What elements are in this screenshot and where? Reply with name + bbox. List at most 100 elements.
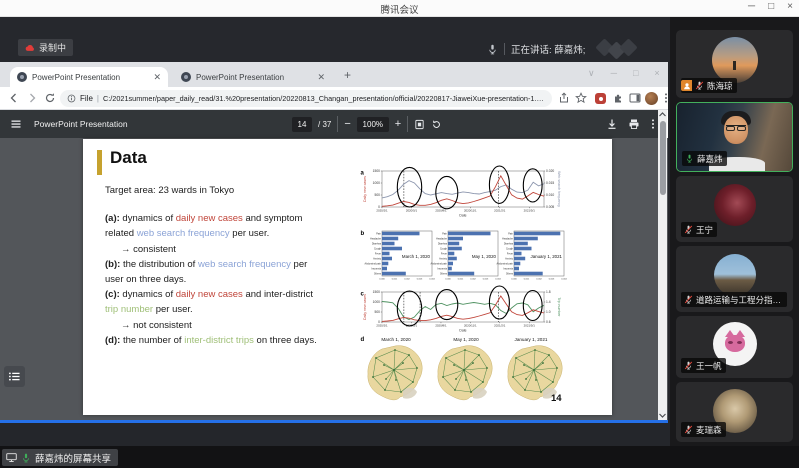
svg-text:Others: Others — [440, 272, 448, 275]
svg-text:d: d — [361, 337, 365, 343]
svg-text:2020/5/1: 2020/5/1 — [406, 209, 418, 213]
cat-avatar-graphic — [725, 335, 745, 352]
svg-text:Web search frequency: Web search frequency — [557, 171, 561, 207]
forward-icon[interactable] — [26, 92, 38, 104]
reload-icon[interactable] — [44, 92, 56, 104]
svg-text:0.002: 0.002 — [470, 278, 476, 280]
scroll-up-icon[interactable] — [658, 110, 667, 119]
print-icon[interactable] — [628, 118, 640, 130]
participant-name: 王一帆 — [696, 360, 722, 372]
host-icon — [681, 80, 692, 91]
avatar — [714, 184, 756, 226]
browser-minimize-button: ─ — [611, 68, 617, 79]
window-title: 腾讯会议 — [0, 2, 799, 16]
share-icon[interactable] — [558, 92, 570, 104]
svg-text:Anxiety: Anxiety — [373, 257, 382, 260]
url-path: C:/2021summer/paper_daily_read/31.%20pre… — [103, 94, 545, 103]
tencent-meeting-window: 腾讯会议 ─ □ × 录制中 正在讲话: 薛嘉炜; PowerPoint Pre… — [0, 0, 799, 468]
divider — [337, 116, 338, 132]
scroll-down-icon[interactable] — [658, 411, 667, 420]
tab-close-icon[interactable]: ✕ — [317, 72, 325, 83]
svg-text:1000: 1000 — [373, 181, 381, 185]
pdf-menu-icon[interactable] — [10, 118, 22, 130]
slide-body-text: Target area: 23 wards in Tokyo(a): dynam… — [105, 183, 363, 348]
participant-name: 麦瑞森 — [696, 424, 722, 436]
window-minimize-button[interactable]: ─ — [748, 1, 755, 12]
participant-tile[interactable]: 王一帆 — [676, 316, 793, 378]
browser-window-controls[interactable]: ∨─□× — [588, 68, 660, 79]
participant-tile[interactable]: 陈海琼 — [676, 30, 793, 98]
address-bar: File | C:/2021summer/paper_daily_read/31… — [0, 87, 668, 110]
recording-badge[interactable]: 录制中 — [18, 39, 73, 56]
slide-page-number: 14 — [551, 393, 562, 404]
participant-name: 陈海琼 — [707, 80, 733, 92]
svg-text:March 1, 2020: March 1, 2020 — [381, 337, 411, 342]
divider — [504, 43, 505, 55]
svg-text:Cough: Cough — [440, 247, 448, 250]
tab-close-icon[interactable]: ✕ — [153, 72, 161, 83]
svg-text:Diarrhea: Diarrhea — [438, 242, 448, 245]
participant-tile[interactable]: 道路运输与工程分指委－胡.. — [676, 246, 793, 312]
page-number-input[interactable]: 14 — [292, 117, 312, 132]
svg-text:Date: Date — [459, 214, 466, 218]
fit-page-icon[interactable] — [414, 119, 425, 130]
svg-text:0.6: 0.6 — [546, 320, 551, 324]
mic-muted-icon — [684, 225, 693, 234]
slide-title: Data — [110, 148, 147, 168]
svg-text:1000: 1000 — [373, 300, 381, 304]
mic-on-icon — [685, 154, 694, 163]
new-tab-button[interactable]: + — [344, 68, 351, 82]
participant-tile-speaking[interactable]: 薛嘉炜 — [676, 102, 793, 172]
pdf-title: PowerPoint Presentation — [34, 119, 128, 129]
side-panel-icon[interactable] — [629, 92, 641, 104]
svg-text:2020/2/1: 2020/2/1 — [376, 209, 388, 213]
participant-tile[interactable]: 麦瑞森 — [676, 382, 793, 442]
window-close-button[interactable]: × — [787, 1, 793, 12]
pdf-scrollbar[interactable] — [658, 110, 667, 420]
participant-tile[interactable]: 王宁 — [676, 176, 793, 242]
tab-powerpoint-presentation-1[interactable]: PowerPoint Presentation ✕ — [10, 67, 168, 87]
slide-accent-bar — [97, 150, 102, 175]
bookmark-star-icon[interactable] — [575, 92, 587, 104]
browser-close-button: × — [654, 68, 659, 79]
annotation-toolbar-button[interactable] — [4, 366, 25, 387]
back-icon[interactable] — [8, 92, 20, 104]
screen-share-badge[interactable]: 薛嘉炜的屏幕共享 — [2, 449, 118, 466]
tab-label: PowerPoint Presentation — [196, 73, 312, 82]
info-icon[interactable] — [67, 94, 76, 103]
speaking-label: 正在讲话: 薛嘉炜; — [511, 42, 585, 56]
svg-text:January 1, 2021: January 1, 2021 — [515, 337, 548, 342]
svg-text:Abdominal pain: Abdominal pain — [365, 262, 382, 265]
profile-avatar[interactable] — [645, 92, 658, 105]
figure-d-maps: dMarch 1, 2020May 1, 2020January 1, 2021 — [360, 335, 572, 413]
svg-text:0.004: 0.004 — [495, 278, 501, 280]
download-icon[interactable] — [606, 118, 618, 130]
svg-text:2021/5/1: 2021/5/1 — [524, 209, 536, 213]
pdf-favicon — [17, 72, 27, 82]
extension-icon[interactable] — [595, 93, 606, 104]
zoom-in-button[interactable]: + — [395, 117, 401, 132]
svg-text:2020/8/1: 2020/8/1 — [435, 324, 447, 328]
tab-powerpoint-presentation-2[interactable]: PowerPoint Presentation ✕ — [174, 67, 332, 87]
mic-muted-icon — [684, 425, 693, 434]
extensions-puzzle-icon[interactable] — [612, 92, 624, 104]
name-badge: 王宁 — [681, 222, 717, 237]
rotate-icon[interactable] — [431, 119, 442, 130]
url-field[interactable]: File | C:/2021summer/paper_daily_read/31… — [60, 90, 552, 107]
svg-text:Abdominal pain: Abdominal pain — [431, 262, 448, 265]
zoom-out-button[interactable]: − — [344, 117, 350, 132]
svg-text:Headache: Headache — [502, 237, 514, 240]
zoom-level-input[interactable]: 100% — [357, 117, 389, 132]
svg-text:Anxiety: Anxiety — [505, 257, 514, 260]
svg-text:2020/2/1: 2020/2/1 — [376, 324, 388, 328]
monitor-icon — [6, 452, 17, 463]
name-badge: 陈海琼 — [681, 78, 737, 93]
figure-a-line-chart: a0500100015000.0050.0100.0150.020Daily n… — [360, 166, 572, 226]
svg-text:2020/11/1: 2020/11/1 — [464, 324, 477, 328]
svg-text:0.001: 0.001 — [458, 278, 464, 280]
svg-text:Insomnia: Insomnia — [437, 267, 447, 270]
figure-c-line-chart: c0500100015000.61.01.41.8Daily new cases… — [360, 289, 572, 337]
scrollbar-thumb[interactable] — [660, 121, 666, 195]
svg-text:Date: Date — [459, 329, 466, 333]
window-maximize-button[interactable]: □ — [768, 1, 774, 12]
